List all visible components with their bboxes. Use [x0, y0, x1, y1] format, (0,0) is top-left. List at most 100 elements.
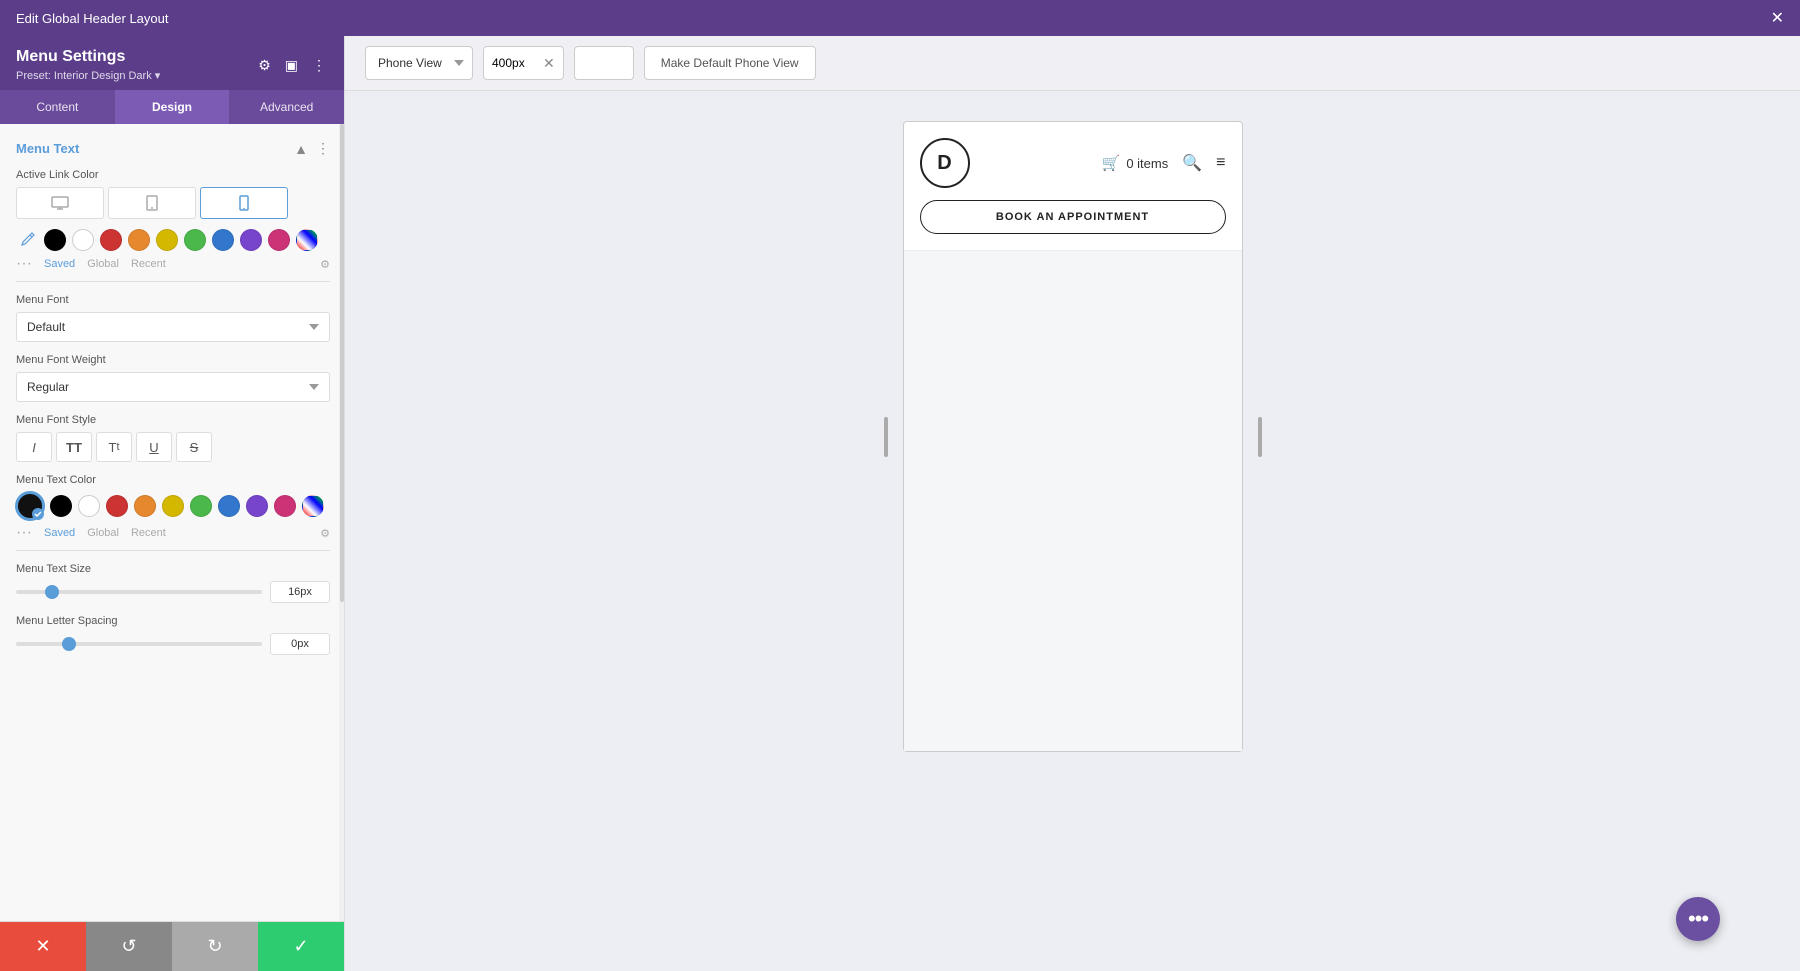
active-link-color-label: Active Link Color [16, 169, 330, 181]
text-color-tab-saved[interactable]: Saved [44, 527, 75, 539]
font-style-underline[interactable]: U [136, 432, 172, 462]
section-title-menu-text: Menu Text [16, 141, 79, 156]
undo-button[interactable]: ↺ [86, 922, 172, 971]
title-bar-text: Edit Global Header Layout [16, 11, 168, 26]
tab-advanced[interactable]: Advanced [229, 90, 344, 124]
menu-font-weight-select[interactable]: Regular [16, 372, 330, 402]
color-tab-saved[interactable]: Saved [44, 258, 75, 270]
save-button[interactable]: ✓ [258, 922, 344, 971]
menu-font-label: Menu Font [16, 294, 330, 306]
panel-header-left: Menu Settings Preset: Interior Design Da… [16, 48, 160, 82]
color-tab-global[interactable]: Global [87, 258, 119, 270]
panel-preset: Preset: Interior Design Dark ▾ [16, 69, 160, 82]
text-color-purple[interactable] [246, 495, 268, 517]
settings-icon-btn[interactable]: ⚙ [256, 55, 273, 76]
color-tab-recent[interactable]: Recent [131, 258, 166, 270]
menu-letter-spacing-value[interactable] [270, 633, 330, 655]
preview-frame: D 🛒 0 items 🔍 ≡ BOOK AN APPOINTMENT [903, 121, 1243, 752]
text-color-green[interactable] [190, 495, 212, 517]
menu-text-color-label: Menu Text Color [16, 474, 330, 486]
menu-letter-spacing-slider[interactable] [16, 642, 262, 646]
text-color-blue[interactable] [218, 495, 240, 517]
view-select-wrapper: Phone View [365, 46, 473, 80]
width-input-wrapper: ✕ [483, 46, 564, 80]
text-color-settings-icon[interactable]: ⚙ [320, 527, 330, 540]
title-bar: Edit Global Header Layout ✕ [0, 0, 1800, 36]
color-eraser[interactable] [296, 229, 318, 251]
font-style-uppercase[interactable]: TT [56, 432, 92, 462]
font-style-italic[interactable]: I [16, 432, 52, 462]
color-orange[interactable] [128, 229, 150, 251]
main-layout: Menu Settings Preset: Interior Design Da… [0, 36, 1800, 971]
color-pink[interactable] [268, 229, 290, 251]
tablet-icon[interactable] [108, 187, 196, 219]
text-color-black[interactable] [50, 495, 72, 517]
cart-area: 🛒 0 items 🔍 ≡ [982, 153, 1226, 173]
color-meta-row-1: ··· Saved Global Recent ⚙ [16, 255, 330, 273]
color-black[interactable] [44, 229, 66, 251]
canvas-area: D 🛒 0 items 🔍 ≡ BOOK AN APPOINTMENT [345, 91, 1800, 971]
search-icon-preview: 🔍 [1182, 153, 1202, 173]
text-color-tab-recent[interactable]: Recent [131, 527, 166, 539]
collapse-icon[interactable]: ▲ [294, 141, 308, 157]
bottom-action-bar: ✕ ↺ ↻ ✓ [0, 921, 344, 971]
floating-action-button[interactable]: ••• [1676, 897, 1720, 941]
active-color-indicator[interactable] [16, 492, 44, 520]
panel-content: Menu Text ▲ ⋮ Active Link Color [0, 124, 344, 921]
color-meta-row-2: ··· Saved Global Recent ⚙ [16, 524, 330, 542]
tab-design[interactable]: Design [115, 90, 230, 124]
menu-letter-spacing-slider-row [16, 633, 330, 655]
right-area: Phone View ✕ Make Default Phone View [345, 36, 1800, 971]
text-color-eraser[interactable] [302, 495, 324, 517]
menu-text-size-value[interactable] [270, 581, 330, 603]
cart-item-count: 0 items [1126, 156, 1168, 171]
color-yellow[interactable] [156, 229, 178, 251]
mobile-icon[interactable] [200, 187, 288, 219]
text-color-pink[interactable] [274, 495, 296, 517]
make-default-button[interactable]: Make Default Phone View [644, 46, 816, 80]
menu-font-style-label: Menu Font Style [16, 414, 330, 426]
tab-content[interactable]: Content [0, 90, 115, 124]
more-icon-btn[interactable]: ⋮ [310, 55, 328, 76]
active-link-color-swatches [16, 229, 330, 251]
font-style-capitalize[interactable]: Tt [96, 432, 132, 462]
color-white[interactable] [72, 229, 94, 251]
redo-button[interactable]: ↻ [172, 922, 258, 971]
view-select-dropdown[interactable]: Phone View [366, 50, 472, 76]
menu-text-size-label: Menu Text Size [16, 563, 330, 575]
text-color-more-dots[interactable]: ··· [16, 524, 32, 542]
menu-letter-spacing-label: Menu Letter Spacing [16, 615, 330, 627]
font-style-strikethrough[interactable]: S [176, 432, 212, 462]
layout-icon-btn[interactable]: ▣ [283, 55, 300, 76]
eyedropper-icon[interactable] [16, 229, 38, 251]
section-more-icon[interactable]: ⋮ [316, 140, 330, 157]
width-close-button[interactable]: ✕ [543, 55, 555, 72]
desktop-icon[interactable] [16, 187, 104, 219]
resize-handle-left[interactable] [884, 417, 888, 457]
menu-text-color-swatches [16, 492, 330, 520]
text-color-orange[interactable] [134, 495, 156, 517]
color-green[interactable] [184, 229, 206, 251]
book-appointment-button[interactable]: BOOK AN APPOINTMENT [920, 200, 1226, 234]
cart-icon: 🛒 [1102, 154, 1121, 172]
close-button[interactable]: ✕ [1771, 8, 1784, 28]
tab-bar: Content Design Advanced [0, 90, 344, 124]
color-blue[interactable] [212, 229, 234, 251]
width-input[interactable] [492, 56, 537, 70]
color-purple[interactable] [240, 229, 262, 251]
text-color-red[interactable] [106, 495, 128, 517]
color-more-dots[interactable]: ··· [16, 255, 32, 273]
menu-font-select[interactable]: Default [16, 312, 330, 342]
hamburger-icon-preview: ≡ [1216, 154, 1225, 172]
menu-text-section-header: Menu Text ▲ ⋮ [16, 140, 330, 157]
color-red[interactable] [100, 229, 122, 251]
panel-header: Menu Settings Preset: Interior Design Da… [0, 36, 344, 90]
cancel-button[interactable]: ✕ [0, 922, 86, 971]
menu-text-size-slider[interactable] [16, 590, 262, 594]
color-settings-icon[interactable]: ⚙ [320, 258, 330, 271]
text-color-tab-global[interactable]: Global [87, 527, 119, 539]
preview-top-row: D 🛒 0 items 🔍 ≡ [920, 138, 1226, 188]
text-color-yellow[interactable] [162, 495, 184, 517]
text-color-white[interactable] [78, 495, 100, 517]
resize-handle-right[interactable] [1258, 417, 1262, 457]
